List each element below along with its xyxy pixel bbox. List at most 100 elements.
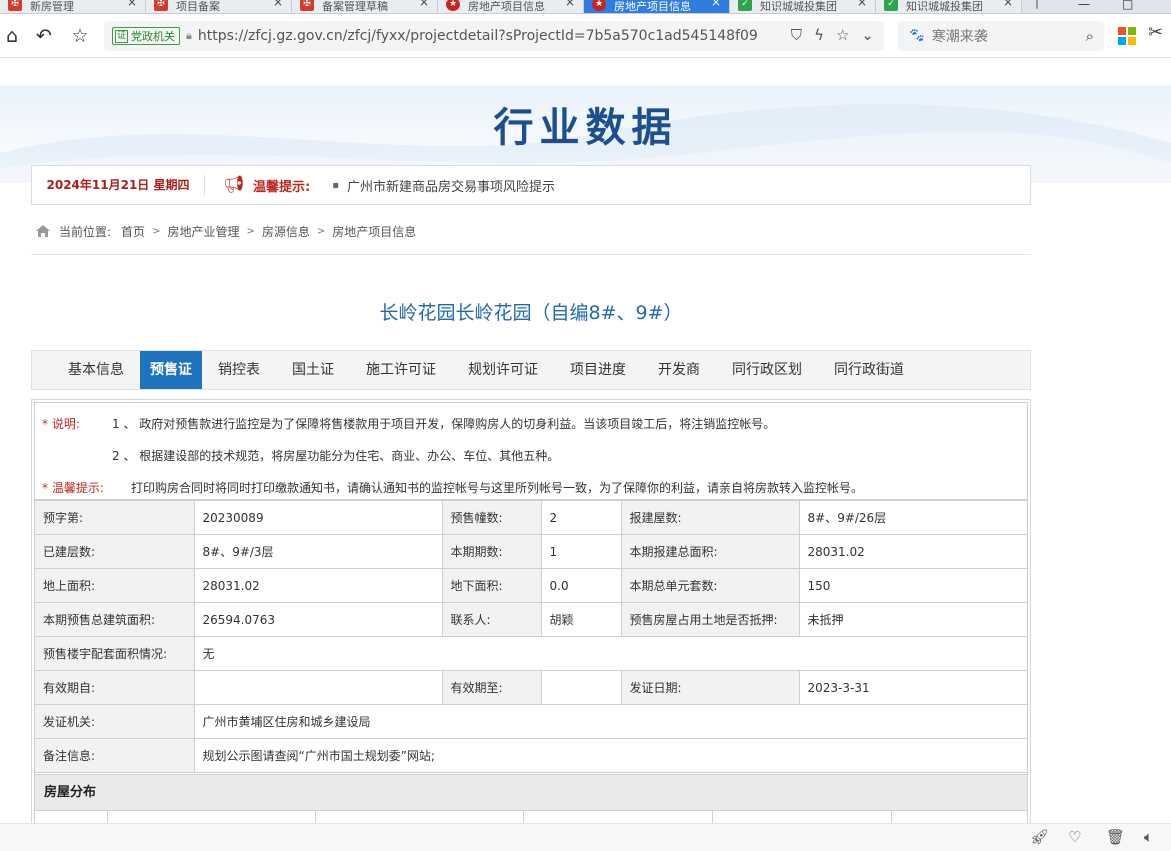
field-label: 预售楼宇配套面积情况: (35, 636, 195, 671)
tab-project-progress[interactable]: 项目进度 (554, 351, 642, 389)
tab-basic-info[interactable]: 基本信息 (52, 351, 140, 389)
scissors-icon[interactable]: ✂ (1148, 22, 1163, 43)
lightning-icon[interactable]: ϟ (814, 26, 824, 44)
tab-land-certificate[interactable]: 国土证 (276, 351, 350, 389)
green-logo-icon: ✓ (884, 0, 898, 11)
field-label: 预售房屋占用土地是否抵押: (620, 602, 800, 637)
field-value: 20230089 (193, 500, 443, 535)
tab-same-district[interactable]: 同行政区划 (716, 351, 818, 389)
table-row: 已建层数: 8#、9#/3层 本期期数: 1 本期报建总面积: 28031.02 (35, 534, 1027, 569)
url-bar[interactable]: 证 党政机关 🔒︎ https://zfcj.gz.gov.cn/zfcj/fy… (104, 21, 884, 51)
heartbeat-icon[interactable]: ♡ (1068, 828, 1081, 846)
chevron-right-icon: > (246, 225, 255, 237)
table-row: 备注信息: 规划公示图请查阅“广州市国土规划委”网站; (35, 738, 1027, 773)
tab-construction-permit[interactable]: 施工许可证 (350, 351, 452, 389)
home-icon (36, 225, 50, 237)
breadcrumb-item[interactable]: 房地产业管理 (167, 223, 239, 240)
field-value: 2 (540, 500, 622, 535)
close-icon[interactable]: × (1003, 0, 1013, 8)
browser-tab[interactable]: ✠ 项目备案 × (146, 0, 292, 13)
search-box[interactable]: 🐾︎ 寒潮来袭 ⌕ (898, 21, 1104, 51)
tip-text: 打印购房合同时将同时打印缴款通知书，请确认通知书的监控帐号与这里所列帐号一致，为… (131, 481, 864, 495)
browser-tab[interactable]: ✓ 知识城城投集团 × (876, 0, 1022, 13)
field-value: 无 (193, 636, 1027, 671)
table-row: 预字第: 20230089 预售幢数: 2 报建屋数: 8#、9#/26层 (35, 500, 1027, 535)
tab-presale-permit[interactable]: 预售证 (140, 351, 202, 389)
browser-tab[interactable]: ✓ 知识城城投集团 × (730, 0, 876, 13)
minimize-icon[interactable]: — (1078, 0, 1090, 11)
green-logo-icon: ✓ (738, 0, 752, 11)
field-value: 0.0 (540, 568, 622, 603)
apps-grid-icon[interactable] (1118, 27, 1136, 45)
table-row: 有效期自: 有效期至: 发证日期: 2023-3-31 (35, 670, 1027, 705)
tab-same-street[interactable]: 同行政街道 (818, 351, 920, 389)
field-label: 发证日期: (620, 670, 800, 705)
bookmark-star-icon[interactable]: ☆ (836, 26, 849, 44)
new-tab-button[interactable]: | (1022, 0, 1052, 13)
field-value: 150 (798, 568, 1027, 603)
tab-title: 房地产项目信息 (614, 1, 691, 12)
field-value: 28031.02 (193, 568, 443, 603)
field-label: 本期报建总面积: (620, 534, 800, 569)
field-value: 1 (540, 534, 622, 569)
address-toolbar: ⌂ ↶ ☆ 证 党政机关 🔒︎ https://zfcj.gz.gov.cn/z… (0, 14, 1171, 58)
trash-icon[interactable]: 🗑︎ (1106, 828, 1125, 846)
emblem-icon: ★ (446, 0, 460, 11)
info-tabs: 基本信息 预售证 销控表 国土证 施工许可证 规划许可证 项目进度 开发商 同行… (31, 350, 1031, 390)
tab-developer[interactable]: 开发商 (642, 351, 716, 389)
field-value (540, 670, 622, 705)
field-label: 有效期至: (441, 670, 542, 705)
notice-label: 温馨提示: (253, 179, 311, 195)
browser-status-bar: 🚀︎ ♡ 🗑︎ 🔈︎ (0, 823, 1171, 851)
breadcrumb-item[interactable]: 房源信息 (262, 223, 310, 240)
shield-icon[interactable]: ⛉ (791, 26, 802, 44)
favorite-star-icon[interactable]: ☆ (68, 24, 92, 48)
browser-tab-active[interactable]: ★ 房地产项目信息 × (584, 0, 730, 13)
tab-title: 备案管理草稿 (322, 1, 388, 12)
speaker-icon[interactable]: 🔈︎ (1144, 828, 1153, 846)
close-icon[interactable]: × (273, 0, 283, 8)
field-value: 28031.02 (798, 534, 1027, 569)
close-icon[interactable]: × (127, 0, 137, 8)
rocket-icon[interactable]: 🚀︎ (1030, 828, 1049, 846)
close-icon[interactable]: × (711, 0, 721, 8)
close-icon[interactable]: × (419, 0, 429, 8)
explanation-block: * 说明: 1 、 政府对预售款进行监控是为了保障将售楼款用于项目开发，保障购房… (35, 403, 1027, 500)
tab-planning-permit[interactable]: 规划许可证 (452, 351, 554, 389)
presale-panel: * 说明: 1 、 政府对预售款进行监控是为了保障将售楼款用于项目开发，保障购房… (31, 399, 1031, 823)
close-icon[interactable]: × (857, 0, 867, 8)
breadcrumb-home[interactable]: 首页 (121, 223, 145, 240)
field-label: 报建屋数: (620, 500, 800, 535)
field-value: 胡颖 (540, 602, 622, 637)
field-value: 广州市黄埔区住房和城乡建设局 (193, 704, 1027, 739)
breadcrumb-current-label: 当前位置: (59, 224, 112, 239)
url-text[interactable]: https://zfcj.gz.gov.cn/zfcj/fyxx/project… (198, 28, 758, 44)
tab-sales-control[interactable]: 销控表 (202, 351, 276, 389)
field-label: 地下面积: (441, 568, 542, 603)
search-icon[interactable]: ⌕ (1086, 27, 1094, 45)
chevron-down-icon[interactable]: ⌄ (861, 26, 874, 44)
breadcrumb-item: 房地产项目信息 (332, 224, 417, 239)
gov-red-icon: ✠ (154, 0, 168, 11)
distribution-heading: 房屋分布 (35, 774, 1027, 810)
explain-item: 2 、 根据建设部的技术规范，将房屋功能分为住宅、商业、办公、车位、其他五种。 (112, 449, 560, 463)
field-label: 已建层数: (35, 534, 195, 569)
search-input[interactable]: 寒潮来袭 (932, 26, 988, 46)
notice-link[interactable]: 广州市新建商品房交易事项风险提示 (347, 176, 555, 195)
explain-label: * 说明: (42, 417, 80, 431)
baidu-paw-icon: 🐾︎ (908, 28, 926, 44)
table-row: 本期预售总建筑面积: 26594.0763 联系人: 胡颖 预售房屋占用土地是否… (35, 602, 1027, 637)
field-value: 未抵押 (798, 602, 1027, 637)
back-icon[interactable]: ↶ (32, 24, 56, 48)
field-value: 8#、9#/26层 (798, 500, 1027, 535)
browser-tab[interactable]: ✠ 新房管理 × (0, 0, 146, 13)
project-title: 长岭花园长岭花园（自编8#、9#） (379, 302, 683, 324)
browser-tab[interactable]: ★ 房地产项目信息 × (438, 0, 584, 13)
close-icon[interactable]: × (565, 0, 575, 8)
bullet-icon: ▪ (332, 179, 339, 191)
field-label: 本期总单元套数: (620, 568, 800, 603)
maximize-icon[interactable]: □ (1122, 0, 1133, 11)
field-label: 本期期数: (441, 534, 542, 569)
home-icon[interactable]: ⌂ (0, 24, 24, 48)
browser-tab[interactable]: ✠ 备案管理草稿 × (292, 0, 438, 13)
